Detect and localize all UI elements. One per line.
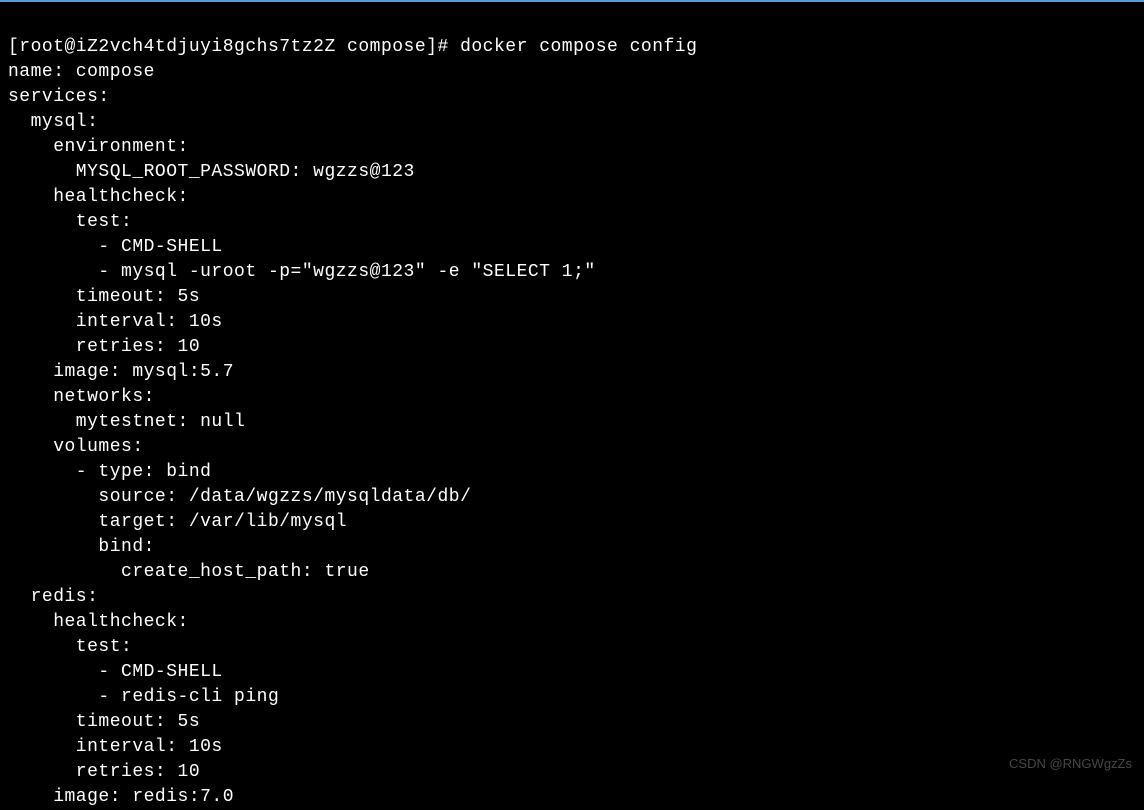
mysql-healthcheck-header: healthcheck: bbox=[8, 187, 189, 207]
mysql-volumes-header: volumes: bbox=[8, 437, 144, 457]
redis-image: image: redis:7.0 bbox=[8, 787, 234, 807]
redis-healthcheck-header: healthcheck: bbox=[8, 612, 189, 632]
shell-prompt: [root@iZ2vch4tdjuyi8gchs7tz2Z compose]# bbox=[8, 37, 460, 57]
terminal-output: [root@iZ2vch4tdjuyi8gchs7tz2Z compose]# … bbox=[8, 10, 1136, 810]
mysql-create-host-path: create_host_path: true bbox=[8, 562, 370, 582]
redis-retries: retries: 10 bbox=[8, 762, 200, 782]
redis-header: redis: bbox=[8, 587, 98, 607]
redis-test-ping: - redis-cli ping bbox=[8, 687, 279, 707]
redis-interval: interval: 10s bbox=[8, 737, 223, 757]
mysql-image: image: mysql:5.7 bbox=[8, 362, 234, 382]
mysql-test-header: test: bbox=[8, 212, 132, 232]
mysql-env-header: environment: bbox=[8, 137, 189, 157]
watermark-text: CSDN @RNGWgzZs bbox=[1009, 751, 1132, 776]
mysql-retries: retries: 10 bbox=[8, 337, 200, 357]
mysql-bind-header: bind: bbox=[8, 537, 155, 557]
mysql-volume-target: target: /var/lib/mysql bbox=[8, 512, 347, 532]
mysql-interval: interval: 10s bbox=[8, 312, 223, 332]
mysql-networks-header: networks: bbox=[8, 387, 155, 407]
mysql-root-password: MYSQL_ROOT_PASSWORD: wgzzs@123 bbox=[8, 162, 415, 182]
yaml-name: name: compose bbox=[8, 62, 155, 82]
yaml-services: services: bbox=[8, 87, 110, 107]
command-text: docker compose config bbox=[460, 37, 697, 57]
redis-test-cmd: - CMD-SHELL bbox=[8, 662, 223, 682]
mysql-volume-source: source: /data/wgzzs/mysqldata/db/ bbox=[8, 487, 471, 507]
redis-test-header: test: bbox=[8, 637, 132, 657]
mysql-header: mysql: bbox=[8, 112, 98, 132]
mysql-test-cmd: - CMD-SHELL bbox=[8, 237, 223, 257]
mysql-volume-type: - type: bind bbox=[8, 462, 211, 482]
redis-timeout: timeout: 5s bbox=[8, 712, 200, 732]
mysql-test-query: - mysql -uroot -p="wgzzs@123" -e "SELECT… bbox=[8, 262, 596, 282]
mysql-mytestnet: mytestnet: null bbox=[8, 412, 245, 432]
mysql-timeout: timeout: 5s bbox=[8, 287, 200, 307]
